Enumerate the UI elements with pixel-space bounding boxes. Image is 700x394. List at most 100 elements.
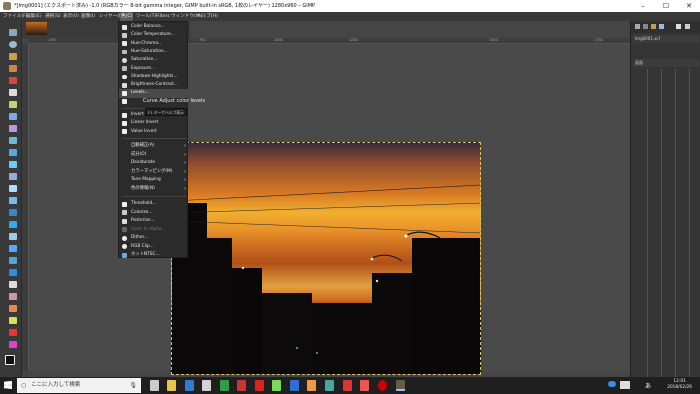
menu-item-hot[interactable]: ホットNTSC...: [119, 251, 189, 259]
taskbar-search[interactable]: ○ ここに入力して検索 🎙: [17, 378, 141, 393]
menu-item-threshold[interactable]: Threshold...: [119, 200, 189, 208]
ink-icon[interactable]: [9, 317, 17, 324]
onedrive-icon[interactable]: [608, 381, 616, 387]
menu-item-levels[interactable]: Levels...: [119, 89, 189, 98]
gradient-icon[interactable]: [9, 257, 17, 264]
chrome-icon[interactable]: [325, 380, 334, 391]
store-icon[interactable]: [202, 380, 211, 391]
edge-icon[interactable]: [185, 380, 194, 391]
app-red2-icon[interactable]: [360, 380, 369, 391]
eraser-icon[interactable]: [9, 293, 17, 300]
fuzzy-select-icon[interactable]: [9, 65, 17, 72]
menu-item-color-balance[interactable]: Color Balance...: [119, 23, 189, 31]
pencil-icon[interactable]: [9, 269, 17, 276]
minimize-button[interactable]: –: [632, 0, 654, 12]
dock-tab-icon[interactable]: [676, 24, 681, 29]
scale-icon[interactable]: [9, 125, 17, 132]
firefox-icon[interactable]: [307, 380, 316, 391]
text-icon[interactable]: [9, 233, 17, 240]
menu-item-saturation[interactable]: Saturation...: [119, 56, 189, 64]
battery-icon[interactable]: [620, 381, 630, 389]
gimp-taskbar-icon[interactable]: [396, 380, 405, 391]
move-icon[interactable]: [9, 101, 17, 108]
menu-item-info[interactable]: 色の情報(N) ›: [119, 185, 189, 193]
file-explorer-icon[interactable]: [167, 380, 176, 391]
opera-icon[interactable]: [378, 380, 387, 391]
align-icon[interactable]: [9, 113, 17, 120]
menu-item-components[interactable]: 成分(O) ›: [119, 151, 189, 159]
menu-item-exposure[interactable]: Exposure...: [119, 65, 189, 73]
close-button[interactable]: ✕: [678, 0, 700, 12]
menu-item-rgb-clip[interactable]: RGB Clip...: [119, 243, 189, 251]
menu-item-brightness-contrast[interactable]: Brightness-Contrast...: [119, 81, 189, 89]
shadows-highlights-icon: [122, 74, 127, 80]
rect-select-icon[interactable]: [9, 29, 17, 36]
menu-filters[interactable]: Filters: [155, 12, 171, 21]
dock-tab-icon[interactable]: [643, 24, 648, 29]
dock-row[interactable]: 画面: [633, 59, 699, 67]
dock-image-label[interactable]: Img0001.xcf: [633, 35, 699, 43]
cage-icon[interactable]: [9, 185, 17, 192]
free-select-icon[interactable]: [9, 53, 17, 60]
menu-tools[interactable]: ツール(T): [135, 12, 157, 21]
paintbrush-icon[interactable]: [9, 281, 17, 288]
acrobat-icon[interactable]: [255, 380, 264, 391]
menu-select[interactable]: 選択(S): [44, 12, 62, 21]
scissors-icon[interactable]: [9, 89, 17, 96]
dock-tab-icon[interactable]: [635, 24, 640, 29]
task-view-icon[interactable]: [150, 380, 159, 391]
menu-item-color-temperature[interactable]: Color Temperature...: [119, 31, 189, 39]
image-tab-thumbnail[interactable]: [26, 22, 47, 35]
microphone-icon[interactable]: 🎙: [129, 378, 137, 393]
brightness-contrast-icon: [122, 82, 127, 88]
menu-item-auto[interactable]: 自動補正(A) ›: [119, 142, 189, 150]
crop-icon[interactable]: [9, 77, 17, 84]
foreground-color-icon[interactable]: [5, 355, 15, 365]
perspective-icon[interactable]: [9, 161, 17, 168]
menu-item-label: Linear Invert: [131, 120, 159, 126]
menu-item-color-to-alpha[interactable]: Color to Alpha...: [119, 226, 189, 234]
maximize-button[interactable]: ☐: [655, 0, 677, 12]
powerpoint-icon[interactable]: [237, 380, 246, 391]
word-icon[interactable]: [290, 380, 299, 391]
menu-image[interactable]: 画像(I): [80, 12, 96, 21]
menu-edit[interactable]: 編集(E): [25, 12, 43, 21]
menu-item-hue-saturation[interactable]: Hue-Saturation...: [119, 48, 189, 56]
app-icon[interactable]: [272, 380, 281, 391]
app-red-icon[interactable]: [343, 380, 352, 391]
menu-view[interactable]: 表示(V): [62, 12, 80, 21]
image-canvas[interactable]: [171, 142, 481, 375]
menu-item-value-invert[interactable]: Value Invert: [119, 128, 189, 136]
taskbar-clock[interactable]: 12:01 2018/02/26: [667, 379, 692, 391]
menu-item-color-mapping[interactable]: カラーマッピング(M) ›: [119, 168, 189, 176]
dock-tab-icon[interactable]: [659, 24, 664, 29]
ellipse-select-icon[interactable]: [9, 41, 17, 48]
menu-item-hue-chroma[interactable]: Hue-Chroma...: [119, 40, 189, 48]
menu-item-label: Color to Alpha...: [131, 226, 166, 232]
menu-item-desaturate[interactable]: Desaturate ›: [119, 159, 189, 167]
windows-start-icon[interactable]: [4, 381, 12, 389]
menu-colors[interactable]: 色(C): [120, 12, 134, 21]
menu-item-shadows-highlights[interactable]: Shadows-Highlights...: [119, 73, 189, 81]
dodge-burn-icon[interactable]: [9, 341, 17, 348]
shear-icon[interactable]: [9, 149, 17, 156]
warp-icon[interactable]: [9, 197, 17, 204]
menu-help[interactable]: ヘルプ(H): [196, 12, 219, 21]
rotate-icon[interactable]: [9, 137, 17, 144]
smudge-icon[interactable]: [9, 329, 17, 336]
ime-indicator[interactable]: あ: [645, 381, 651, 390]
menu-item-linear-invert[interactable]: Linear Invert: [119, 119, 189, 127]
flip-icon[interactable]: [9, 173, 17, 180]
dock-tab-icon[interactable]: [651, 24, 656, 29]
handle-transform-icon[interactable]: [9, 221, 17, 228]
excel-icon[interactable]: [220, 380, 229, 391]
menu-item-colorize[interactable]: Colorize...: [119, 209, 189, 217]
menu-separator: [122, 196, 186, 197]
bucket-fill-icon[interactable]: [9, 245, 17, 252]
menu-item-tone-mapping[interactable]: Tone Mapping ›: [119, 176, 189, 184]
dock-tab-icon[interactable]: [685, 24, 690, 29]
menu-item-posterize[interactable]: Posterize...: [119, 217, 189, 225]
airbrush-icon[interactable]: [9, 305, 17, 312]
unified-transform-icon[interactable]: [9, 209, 17, 216]
menu-item-dither[interactable]: Dither...: [119, 234, 189, 242]
